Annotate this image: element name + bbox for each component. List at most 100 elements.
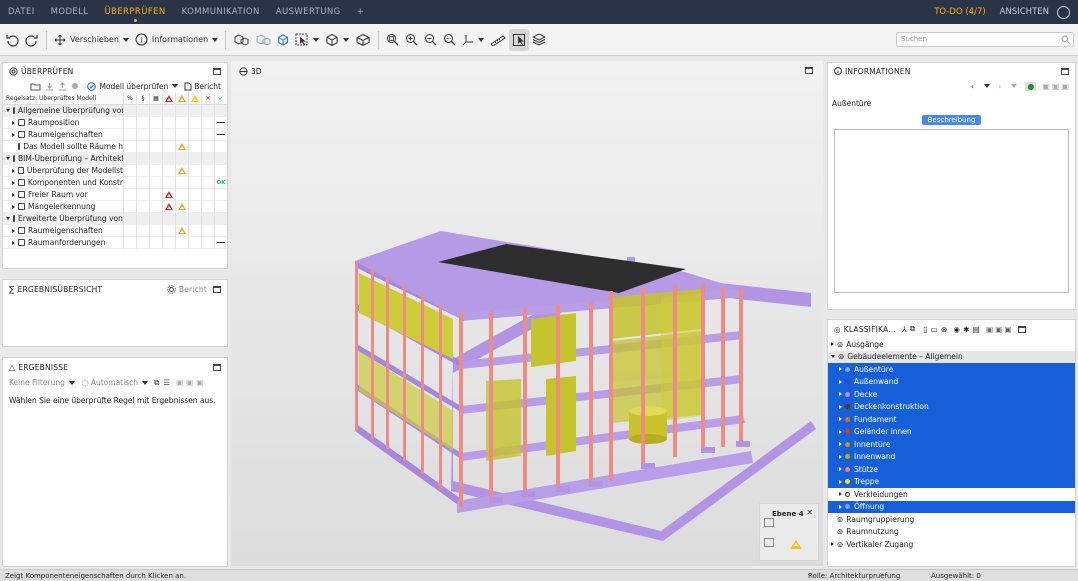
chevron-right-icon[interactable] xyxy=(839,492,842,497)
classification-item[interactable]: Decke xyxy=(828,388,1075,401)
chevron-right-icon[interactable] xyxy=(839,429,842,434)
rule-row[interactable]: BIM-Überprüfung – Architekt xyxy=(3,152,227,165)
level-section-icon[interactable] xyxy=(764,518,774,527)
rule-row[interactable]: Überprüfung der Modellst xyxy=(3,164,227,177)
classification-item[interactable]: Deckenkonstruktion xyxy=(828,400,1075,413)
chevron-right-icon[interactable] xyxy=(12,168,15,173)
lock-icon[interactable]: ▣ xyxy=(196,378,203,387)
hierarchy-icon[interactable]: ⅄ xyxy=(902,325,907,334)
chevron-right-icon[interactable] xyxy=(12,120,15,125)
chevron-right-icon[interactable] xyxy=(839,442,842,447)
report-button[interactable]: Bericht xyxy=(194,82,221,91)
passed-filter-icon[interactable]: ✓ xyxy=(214,92,227,105)
clear-icon[interactable]: ⊗ xyxy=(941,325,947,334)
todo-button[interactable]: TO-DO (4/7) xyxy=(926,7,993,17)
upload-icon[interactable] xyxy=(58,81,67,91)
info-dropdown[interactable]: i Informationen xyxy=(132,29,221,51)
select-dropdown[interactable] xyxy=(292,29,322,51)
chevron-right-icon[interactable] xyxy=(12,204,15,209)
menu-item-datei[interactable]: DATEI xyxy=(0,0,43,24)
chevron-down-icon[interactable] xyxy=(172,84,179,88)
classification-item[interactable]: Öffnung xyxy=(828,500,1075,513)
open-folder-icon[interactable]: ▭ xyxy=(931,325,938,334)
menu-item-add[interactable]: + xyxy=(349,0,373,24)
classification-item[interactable]: ⊚ Gebäudeelemente – Allgemein xyxy=(828,350,1075,363)
open-folder-icon[interactable] xyxy=(30,82,41,91)
lock-icon[interactable]: ▣ xyxy=(986,325,993,334)
table-icon[interactable]: ▦ xyxy=(149,92,162,105)
color-swatch-icon[interactable] xyxy=(845,366,850,372)
ghost-button[interactable] xyxy=(252,29,274,51)
classification-item[interactable]: ⊚ Vertikaler Zugang xyxy=(828,538,1075,551)
chevron-right-icon[interactable] xyxy=(12,192,15,197)
color-swatch-icon[interactable] xyxy=(845,454,850,460)
chevron-right-icon[interactable] xyxy=(839,367,842,372)
classification-item[interactable]: Geländer innen xyxy=(828,425,1075,438)
maximize-panel-icon[interactable] xyxy=(1017,325,1026,333)
lock-icon[interactable]: ▣ xyxy=(1052,82,1060,91)
classification-item[interactable]: ⊚ Raumnutzung xyxy=(828,526,1075,539)
color-swatch-icon[interactable] xyxy=(845,466,850,472)
critical-filter-icon[interactable] xyxy=(162,92,175,105)
rule-row[interactable]: Komponenten und Konstr OK xyxy=(3,176,227,189)
menu-item-kommunikation[interactable]: KOMMUNIKATION xyxy=(174,0,268,24)
chevron-right-icon[interactable] xyxy=(831,342,834,347)
pick-info-icon[interactable]: ● xyxy=(1025,81,1037,91)
settings-icon[interactable] xyxy=(167,284,176,294)
classification-item[interactable]: Stütze xyxy=(828,463,1075,476)
classification-item[interactable]: ⊚ Ausgänge xyxy=(828,338,1075,351)
zoom-window-button[interactable] xyxy=(440,29,459,51)
level-widget[interactable]: Ebene 4 ✕ xyxy=(759,503,819,561)
chevron-down-icon[interactable] xyxy=(141,380,148,385)
lock-icon[interactable]: ▣ xyxy=(1061,82,1069,91)
minor-filter-icon[interactable] xyxy=(188,92,201,105)
cube-view-dropdown[interactable] xyxy=(322,29,352,51)
building-model[interactable] xyxy=(231,61,823,566)
layers-button[interactable] xyxy=(529,29,549,51)
chevron-down-icon[interactable] xyxy=(6,217,10,220)
classification-item[interactable]: Fundament xyxy=(828,413,1075,426)
description-textarea[interactable] xyxy=(834,129,1069,293)
color-swatch-icon[interactable] xyxy=(845,491,850,497)
views-button[interactable]: ANSICHTEN xyxy=(994,7,1055,17)
chevron-right-icon[interactable] xyxy=(839,454,842,459)
menu-item-modell[interactable]: MODELL xyxy=(43,0,97,24)
classification-item[interactable]: Außentüre xyxy=(828,363,1075,376)
rule-row[interactable]: Raumanforderungen xyxy=(3,236,227,249)
rule-row[interactable]: Allgemeine Überprüfung von xyxy=(3,104,227,117)
classification-item[interactable]: Innenwand xyxy=(828,450,1075,463)
zoom-fit-button[interactable] xyxy=(383,29,402,51)
chevron-right-icon[interactable] xyxy=(839,379,842,384)
lock-icon[interactable]: ▣ xyxy=(186,378,193,387)
level-plan-icon[interactable] xyxy=(764,538,774,547)
check-model-button[interactable]: Modell überprüfen xyxy=(99,82,168,91)
chevron-right-icon[interactable] xyxy=(839,504,842,509)
major-filter-icon[interactable] xyxy=(175,92,188,105)
rule-row[interactable]: Das Modell sollte Räume h xyxy=(3,140,227,153)
next-arrow-icon[interactable]: › xyxy=(998,82,1001,91)
maximize-panel-icon[interactable] xyxy=(1061,67,1069,75)
measure-button[interactable] xyxy=(487,29,509,51)
chevron-right-icon[interactable] xyxy=(839,392,842,397)
visibility-button[interactable] xyxy=(230,29,252,51)
maximize-panel-icon[interactable] xyxy=(213,285,221,293)
axes-dropdown[interactable] xyxy=(459,29,487,51)
prev-arrow-icon[interactable]: ‹ xyxy=(971,82,974,91)
color-swatch-icon[interactable] xyxy=(845,379,850,385)
chevron-down-icon[interactable] xyxy=(831,355,835,359)
classification-item[interactable]: Verkleidungen xyxy=(828,488,1075,501)
report-icon[interactable]: ▤ xyxy=(973,325,980,334)
level-warning-icon[interactable] xyxy=(790,540,802,549)
tree-icon[interactable]: ⧉ xyxy=(910,324,916,334)
close-icon[interactable]: ✕ xyxy=(806,508,813,517)
section-box-button[interactable] xyxy=(352,29,374,51)
chevron-down-icon[interactable] xyxy=(1011,84,1018,88)
chevron-down-icon[interactable] xyxy=(68,380,75,385)
chevron-right-icon[interactable] xyxy=(831,542,834,547)
maximize-panel-icon[interactable] xyxy=(213,363,221,371)
record-icon[interactable] xyxy=(71,82,79,90)
3d-viewport[interactable]: 3D Ebene 4 ✕ xyxy=(231,61,823,566)
chevron-down-icon[interactable] xyxy=(984,84,991,88)
lock-icon[interactable]: ▣ xyxy=(995,325,1002,334)
color-swatch-icon[interactable] xyxy=(845,479,850,485)
